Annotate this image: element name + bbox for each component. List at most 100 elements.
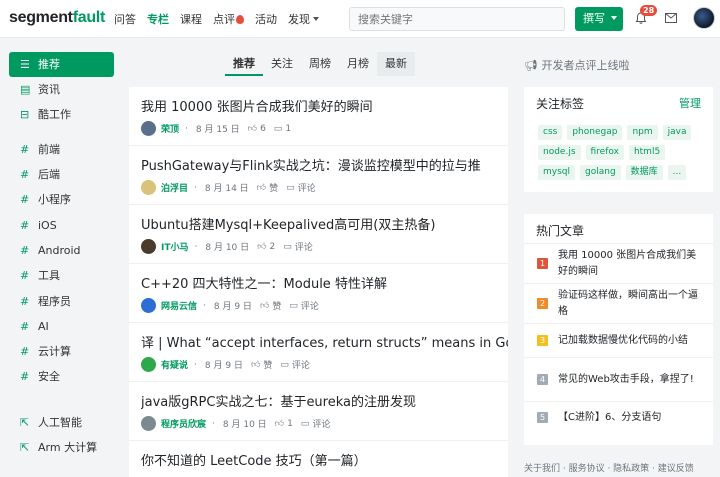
article-date: 8 月 9 日	[204, 361, 243, 371]
tab-recommend[interactable]: 推荐	[225, 52, 263, 76]
author-avatar[interactable]	[141, 298, 156, 313]
thumbs-up-icon[interactable]: 👍︎	[257, 183, 266, 193]
sidebar-item-miniprogram[interactable]: # 小程序	[9, 187, 114, 212]
sidebar-item-backend[interactable]: # 后端	[9, 162, 114, 187]
list-item[interactable]: 我用 10000 张图片合成我们美好的瞬间 荣顶 · 8 月 15 日 👍︎ 6 ▭…	[129, 87, 508, 146]
list-item[interactable]: PushGateway与Flink实战之坑：漫谈监控模型中的拉与推 泊浮目 · 8…	[129, 146, 508, 205]
sidebar-item-ios[interactable]: # iOS	[9, 212, 114, 237]
user-avatar[interactable]	[693, 7, 715, 29]
article-date: 8 月 9 日	[213, 302, 252, 312]
article-title[interactable]: C++20 四大特性之一：Module 特性详解	[141, 273, 508, 292]
list-item[interactable]: 你不知道的 LeetCode 技巧（第一篇）	[129, 441, 508, 477]
comment-icon[interactable]: ▭	[283, 242, 292, 252]
more-tags[interactable]: ...	[667, 165, 687, 180]
followed-tags-card: 关注标签 管理 css phonegap npm java node.js fir…	[524, 87, 713, 192]
comment-icon[interactable]: ▭	[280, 360, 289, 370]
tag[interactable]: java	[662, 125, 692, 140]
article-title[interactable]: Ubuntu搭建Mysql+Keepalived高可用(双主热备)	[141, 214, 508, 233]
manage-link[interactable]: 管理	[679, 95, 701, 117]
author-name[interactable]: 网易云信	[161, 299, 197, 312]
article-title[interactable]: java版gRPC实战之七：基于eureka的注册发现	[141, 391, 508, 410]
footer-links[interactable]: 关于我们 · 服务协议 · 隐私政策 · 建议反馈	[524, 461, 694, 474]
list-icon: ☰	[20, 58, 30, 71]
sidebar-item-arm[interactable]: ⇱ Arm 大计算	[9, 435, 114, 460]
site-logo[interactable]: segmentfault	[9, 9, 105, 27]
thumbs-up-icon[interactable]: 👍︎	[275, 419, 284, 429]
thumbs-up-icon[interactable]: 👍︎	[248, 124, 257, 134]
sidebar-item-programmer[interactable]: # 程序员	[9, 288, 114, 313]
sidebar-item-android[interactable]: # Android	[9, 238, 114, 263]
author-avatar[interactable]	[141, 357, 156, 372]
tab-monthly[interactable]: 月榜	[339, 52, 377, 76]
hot-article-item[interactable]: 1 我用 10000 张图片合成我们美好的瞬间	[524, 244, 713, 284]
hash-icon: #	[20, 142, 30, 156]
tab-latest[interactable]: 最新	[377, 52, 415, 76]
nav-review[interactable]: 点评	[213, 11, 244, 27]
tag[interactable]: phonegap	[567, 125, 623, 140]
comment-icon[interactable]: ▭	[289, 301, 298, 311]
tag[interactable]: 数据库	[625, 165, 663, 180]
article-title[interactable]: 你不知道的 LeetCode 技巧（第一篇）	[141, 450, 508, 469]
comment-icon[interactable]: ▭	[286, 183, 295, 193]
announcement[interactable]: 📢︎ 开发者点评上线啦	[524, 57, 629, 73]
thumbs-up-icon[interactable]: 👍︎	[257, 242, 266, 252]
nav-column[interactable]: 专栏	[147, 11, 169, 27]
article-meta: 泊浮目 · 8 月 14 日 👍︎ 赞 ▭ 评论	[141, 180, 316, 195]
article-title[interactable]: 译 | What “accept interfaces, return stru…	[141, 332, 508, 351]
comment-icon[interactable]: ▭	[274, 124, 283, 134]
thumbs-up-icon[interactable]: 👍︎	[251, 360, 260, 370]
tag[interactable]: html5	[628, 145, 666, 160]
article-title[interactable]: 我用 10000 张图片合成我们美好的瞬间	[141, 96, 508, 115]
tab-weekly[interactable]: 周榜	[301, 52, 339, 76]
search-input[interactable]	[349, 7, 565, 31]
sidebar-item-cloud[interactable]: # 云计算	[9, 339, 114, 364]
megaphone-icon: 📢︎	[524, 59, 538, 72]
tag[interactable]: node.js	[538, 145, 581, 160]
list-item[interactable]: Ubuntu搭建Mysql+Keepalived高可用(双主热备) IT小马 ·…	[129, 205, 508, 264]
hot-article-item[interactable]: 5 【C进阶】6、分支语句	[524, 402, 713, 434]
comment-icon[interactable]: ▭	[301, 419, 310, 429]
article-title[interactable]: PushGateway与Flink实战之坑：漫谈监控模型中的拉与推	[141, 155, 508, 174]
nav-activity[interactable]: 活动	[255, 11, 277, 27]
author-avatar[interactable]	[141, 416, 156, 431]
nav-discover[interactable]: 发现	[288, 11, 319, 27]
author-avatar[interactable]	[141, 239, 156, 254]
hot-article-item[interactable]: 2 验证码这样做，瞬间高出一个逼格	[524, 284, 713, 324]
chevron-down-icon	[611, 16, 617, 20]
sidebar-item-artificial-intelligence[interactable]: ⇱ 人工智能	[9, 410, 114, 435]
author-avatar[interactable]	[141, 121, 156, 136]
hot-article-item[interactable]: 4 常见的Web攻击手段，拿捏了!	[524, 358, 713, 402]
author-avatar[interactable]	[141, 180, 156, 195]
tag[interactable]: css	[538, 125, 563, 140]
nav-course[interactable]: 课程	[180, 11, 202, 27]
author-name[interactable]: 程序员欣宸	[161, 417, 206, 430]
list-item[interactable]: java版gRPC实战之七：基于eureka的注册发现 程序员欣宸 · 8 月 1…	[129, 382, 508, 441]
tag[interactable]: mysql	[538, 165, 575, 180]
mail-icon[interactable]	[665, 13, 677, 23]
write-button[interactable]: 撰写	[575, 7, 623, 31]
sidebar-item-news[interactable]: ▤ 资讯	[9, 77, 114, 102]
nav-qa[interactable]: 问答	[114, 11, 136, 27]
tab-follow[interactable]: 关注	[263, 52, 301, 76]
author-name[interactable]: 泊浮目	[161, 181, 188, 194]
sidebar: ☰ 推荐 ▤ 资讯 ⊟ 酷工作 # 前端 # 后端 # 小程序 # iOS # Android …	[9, 52, 114, 460]
list-item[interactable]: 译 | What “accept interfaces, return stru…	[129, 323, 508, 382]
sidebar-item-tools[interactable]: # 工具	[9, 263, 114, 288]
sidebar-item-security[interactable]: # 安全	[9, 364, 114, 389]
tag[interactable]: golang	[580, 165, 621, 180]
sidebar-item-recommend[interactable]: ☰ 推荐	[9, 52, 114, 77]
author-name[interactable]: 荣顶	[161, 122, 179, 135]
tag[interactable]: npm	[627, 125, 658, 140]
thumbs-up-icon[interactable]: 👍︎	[260, 301, 269, 311]
sidebar-item-jobs[interactable]: ⊟ 酷工作	[9, 102, 114, 127]
hot-article-item[interactable]: 3 记加载数据慢优化代码的小结	[524, 324, 713, 358]
list-item[interactable]: C++20 四大特性之一：Module 特性详解 网易云信 · 8 月 9 日 👍…	[129, 264, 508, 323]
sidebar-item-frontend[interactable]: # 前端	[9, 137, 114, 162]
article-date: 8 月 10 日	[205, 243, 250, 253]
tag[interactable]: firefox	[585, 145, 624, 160]
author-name[interactable]: IT小马	[161, 240, 189, 253]
author-name[interactable]: 有疑说	[161, 358, 188, 371]
rank-badge: 1	[537, 257, 548, 269]
hash-icon: #	[20, 319, 30, 333]
sidebar-item-ai[interactable]: # AI	[9, 314, 114, 339]
